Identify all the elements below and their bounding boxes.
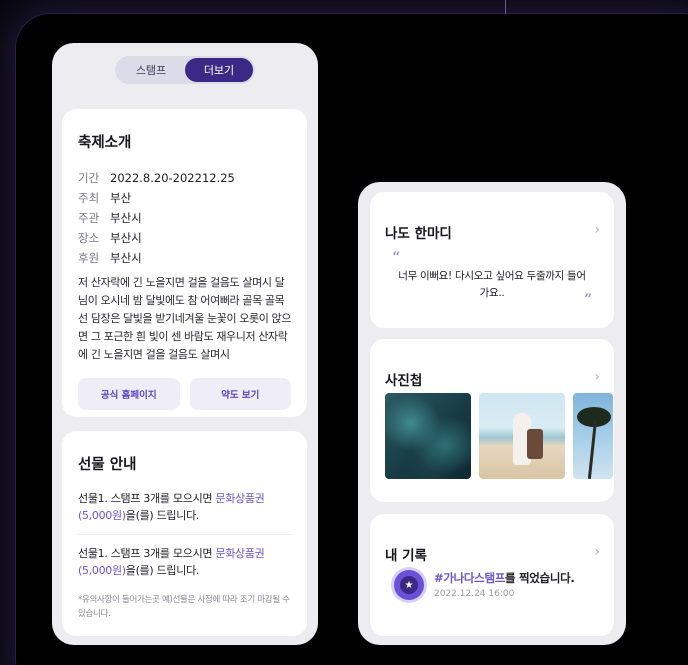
- tab-stamp[interactable]: 스탬프: [117, 58, 185, 82]
- info-label: 장소: [78, 231, 100, 245]
- record-text: #가나다스탬프를 찍었습니다.: [434, 570, 575, 586]
- info-label: 기간: [78, 171, 100, 185]
- chevron-right-icon[interactable]: ›: [594, 369, 600, 385]
- tab-switcher: 스탬프 더보기: [115, 56, 255, 84]
- homepage-button[interactable]: 공식 홈페이지: [78, 378, 180, 410]
- gift-text: 선물1. 스탬프 3개를 모으시면: [78, 547, 216, 560]
- chevron-right-icon[interactable]: ›: [594, 544, 600, 560]
- gift-note: *유의사항이 들어가는곳 예)선물은 사정에 따라 조기 마감될 수 있습니다.: [78, 595, 290, 619]
- gift-item: 선물1. 스탬프 3개를 모으시면 문화상품권 (5,000원)을(를) 드립니…: [78, 490, 291, 524]
- record-title: 내 기록: [385, 548, 427, 564]
- chevron-right-icon[interactable]: ›: [594, 222, 600, 238]
- record-date: 2022.12.24 16:00: [434, 589, 515, 599]
- stamp-name: #가나다스탬프: [434, 571, 506, 585]
- photo-figure-accessory: [527, 429, 543, 459]
- info-row-venue: 장소 부산시: [78, 228, 291, 248]
- festival-title: 축제소개: [78, 135, 132, 151]
- photo-coastal-rocks[interactable]: [385, 393, 471, 479]
- photo-strip: [385, 393, 613, 479]
- info-row-host: 주최 부산: [78, 188, 291, 208]
- festival-buttons: 공식 홈페이지 약도 보기: [78, 378, 291, 410]
- phone-festival-screen: 스탬프 더보기 축제소개 기간 2022.8.20-202212.25 주최 부…: [52, 43, 318, 645]
- comment-title: 나도 한마디: [385, 226, 452, 242]
- tab-more[interactable]: 더보기: [185, 58, 253, 82]
- info-value: 부산시: [110, 211, 142, 225]
- festival-intro-card: 축제소개 기간 2022.8.20-202212.25 주최 부산 주관 부산시…: [62, 109, 307, 417]
- gift-title: 선물 안내: [78, 457, 137, 473]
- comment-card[interactable]: 나도 한마디 › “ 너무 이뻐요! 다시오고 싶어요 두줄까지 들어가요.. …: [370, 192, 614, 328]
- record-suffix: 를 찍었습니다.: [505, 571, 575, 585]
- photo-album-card[interactable]: 사진첩 ›: [370, 339, 614, 502]
- divider: [78, 534, 291, 535]
- info-value: 2022.8.20-202212.25: [110, 171, 235, 185]
- info-row-organizer: 주관 부산시: [78, 208, 291, 228]
- gift-info-card: 선물 안내 선물1. 스탬프 3개를 모으시면 문화상품권 (5,000원)을(…: [62, 431, 307, 636]
- star-icon: ★: [400, 576, 418, 594]
- gift-text: 을(를) 드립니다.: [125, 564, 200, 577]
- photos-title: 사진첩: [385, 373, 423, 389]
- info-row-sponsor: 후원 부산시: [78, 248, 291, 268]
- festival-info-list: 기간 2022.8.20-202212.25 주최 부산 주관 부산시 장소 부…: [78, 168, 291, 268]
- palm-trunk: [587, 419, 598, 479]
- quote-close-icon: ”: [583, 290, 592, 309]
- info-value: 부산시: [110, 231, 142, 245]
- info-value: 부산: [110, 191, 132, 205]
- festival-description: 저 산자락에 긴 노을지면 걸을 걸음도 살며시 달님이 오시네 밤 달빛에도 …: [78, 276, 291, 361]
- info-label: 주관: [78, 211, 100, 225]
- photo-palm-tree[interactable]: [573, 393, 613, 479]
- gift-text: 을(를) 드립니다.: [125, 509, 200, 522]
- phone-community-screen: 나도 한마디 › “ 너무 이뻐요! 다시오고 싶어요 두줄까지 들어가요.. …: [358, 182, 626, 645]
- info-value: 부산시: [110, 251, 142, 265]
- quote-open-icon: “: [392, 248, 401, 267]
- info-label: 후원: [78, 251, 100, 265]
- gift-item: 선물1. 스탬프 3개를 모으시면 문화상품권 (5,000원)을(를) 드립니…: [78, 545, 291, 579]
- info-label: 주최: [78, 191, 100, 205]
- map-button[interactable]: 약도 보기: [189, 378, 291, 410]
- info-row-period: 기간 2022.8.20-202212.25: [78, 168, 291, 188]
- my-record-card[interactable]: 내 기록 › ★ #가나다스탬프를 찍었습니다. 2022.12.24 16:0…: [370, 514, 614, 636]
- stamp-badge: ★: [394, 570, 424, 600]
- comment-text: 너무 이뻐요! 다시오고 싶어요 두줄까지 들어가요..: [398, 270, 586, 299]
- photo-beach-woman[interactable]: [479, 393, 565, 479]
- gift-text: 선물1. 스탬프 3개를 모으시면: [78, 492, 216, 505]
